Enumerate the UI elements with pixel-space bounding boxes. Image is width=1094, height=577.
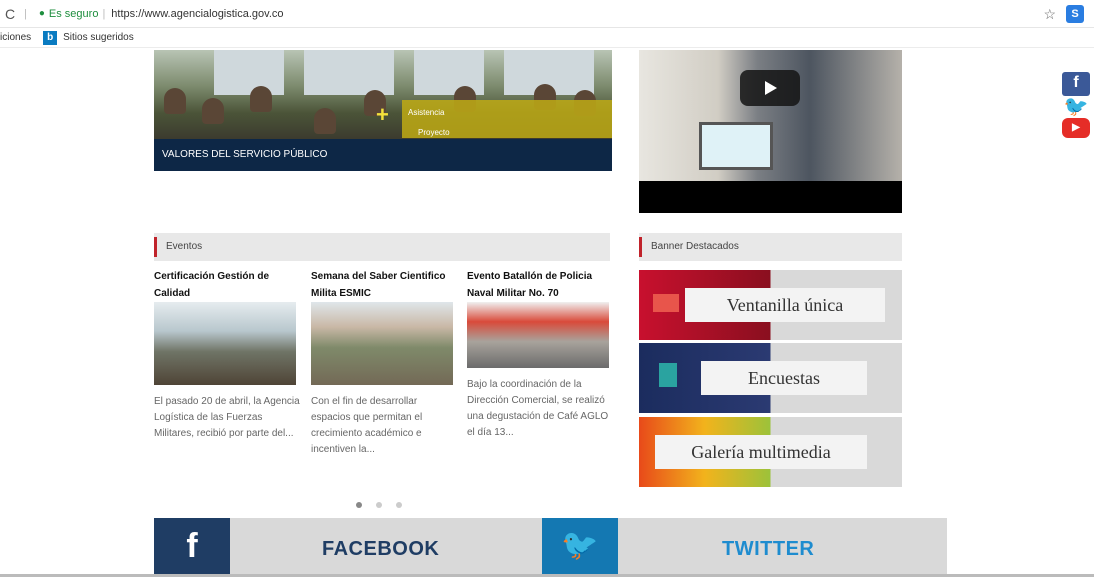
side-social-links: f 🐦 ▶ xyxy=(1062,72,1092,138)
bookmark-item-suggested[interactable]: Sitios sugeridos xyxy=(63,32,134,43)
document-icon xyxy=(659,363,677,387)
lock-icon: ● xyxy=(38,8,45,19)
banner-ventanilla[interactable]: Ventanilla única xyxy=(639,270,902,340)
url-field[interactable]: https://www.agencialogistica.gov.co xyxy=(111,8,283,20)
event-image[interactable] xyxy=(311,302,453,385)
hero-overlay-item[interactable]: Proyecto xyxy=(418,128,450,137)
person xyxy=(314,108,336,134)
plus-icon: + xyxy=(376,102,389,127)
banners-header: Banner Destacados xyxy=(639,233,902,261)
banner-label: Ventanilla única xyxy=(685,288,885,322)
window xyxy=(214,50,284,95)
play-icon[interactable] xyxy=(740,70,800,106)
hero-overlay-menu[interactable]: + Asistencia Proyecto xyxy=(376,100,612,138)
bing-icon: b xyxy=(43,30,58,45)
event-card[interactable]: Certificación Gestión de Calidad El pasa… xyxy=(154,268,300,442)
event-description: Con el fin de desarrollar espacios que p… xyxy=(311,396,423,455)
event-card[interactable]: Evento Batallón de Policia Naval Militar… xyxy=(467,268,613,441)
bookmarks-bar: iciones b Sitios sugeridos xyxy=(0,28,1094,48)
facebook-banner[interactable]: f FACEBOOK xyxy=(154,518,542,574)
extension-icon[interactable]: S xyxy=(1066,5,1084,23)
divider: | xyxy=(102,7,106,20)
banner-label: Galería multimedia xyxy=(655,435,867,469)
hero-overlay-item[interactable]: Asistencia xyxy=(408,108,444,117)
monitor-in-thumbnail xyxy=(699,122,773,170)
twitter-icon[interactable]: 🐦 xyxy=(1062,96,1090,118)
banner-galeria[interactable]: Galería multimedia xyxy=(639,417,902,487)
event-description: El pasado 20 de abril, la Agencia Logíst… xyxy=(154,396,300,439)
event-description: Bajo la coordinación de la Dirección Com… xyxy=(467,379,609,438)
window xyxy=(304,50,394,95)
event-image[interactable] xyxy=(467,302,609,368)
secure-label: Es seguro xyxy=(48,7,99,20)
hero-caption: VALORES DEL SERVICIO PÚBLICO xyxy=(154,139,612,171)
twitter-banner[interactable]: 🐦 TWITTER xyxy=(542,518,947,574)
hero-slide[interactable]: + Asistencia Proyecto VALORES DEL SERVIC… xyxy=(154,50,612,171)
youtube-icon[interactable]: ▶ xyxy=(1062,118,1090,138)
carousel-dot[interactable] xyxy=(356,502,362,508)
envelope-icon xyxy=(653,294,679,312)
person xyxy=(202,98,224,124)
carousel-dot[interactable] xyxy=(396,502,402,508)
banner-encuestas[interactable]: Encuestas xyxy=(639,343,902,413)
carousel-pagination xyxy=(356,502,402,508)
browser-address-bar: C | ● Es seguro | https://www.agencialog… xyxy=(0,0,1094,28)
event-title[interactable]: Semana del Saber Cientifico Milita ESMIC xyxy=(311,268,457,302)
event-title[interactable]: Certificación Gestión de Calidad xyxy=(154,268,300,302)
reload-icon[interactable]: C xyxy=(0,6,20,22)
carousel-dot[interactable] xyxy=(376,502,382,508)
star-bookmark-icon[interactable]: ☆ xyxy=(1043,6,1056,23)
window xyxy=(414,50,484,95)
person xyxy=(164,88,186,114)
facebook-label: FACEBOOK xyxy=(322,538,440,560)
event-title[interactable]: Evento Batallón de Policia Naval Militar… xyxy=(467,268,613,302)
facebook-icon: f xyxy=(154,518,230,574)
banner-label: Encuestas xyxy=(701,361,867,395)
person xyxy=(250,86,272,112)
divider: | xyxy=(24,7,27,20)
twitter-icon: 🐦 xyxy=(542,518,618,574)
event-card[interactable]: Semana del Saber Cientifico Milita ESMIC… xyxy=(311,268,457,458)
video-player[interactable] xyxy=(639,50,902,213)
facebook-icon[interactable]: f xyxy=(1062,72,1090,96)
bookmark-item-apps[interactable]: iciones xyxy=(0,32,31,43)
twitter-label: TWITTER xyxy=(722,538,815,560)
event-image[interactable] xyxy=(154,302,296,385)
events-header: Eventos xyxy=(154,233,610,261)
